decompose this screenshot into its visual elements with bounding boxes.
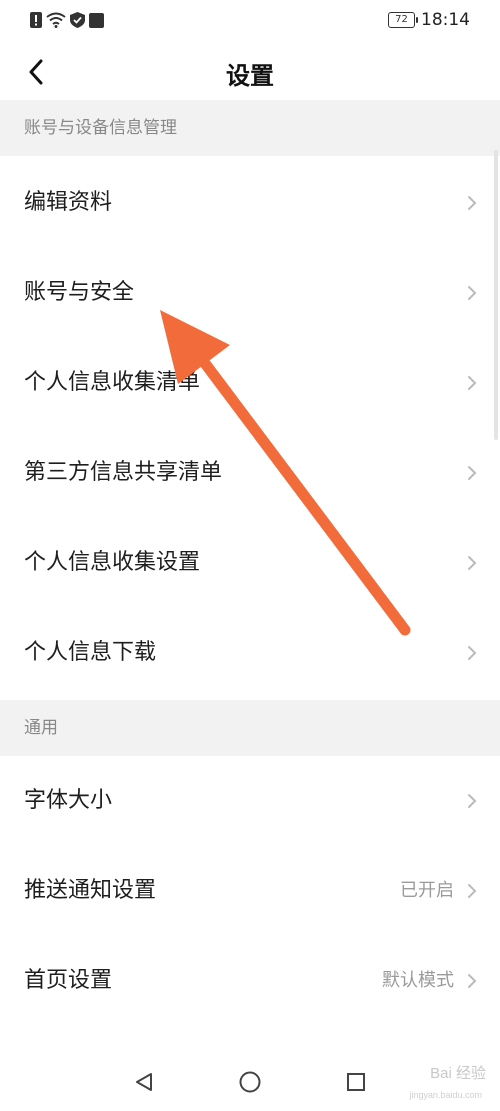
settings-item-personal-info-list[interactable]: 个人信息收集清单	[0, 338, 500, 428]
section-header-account: 账号与设备信息管理	[0, 100, 500, 156]
system-home-button[interactable]	[236, 1068, 264, 1096]
chevron-right-icon	[468, 646, 477, 660]
chevron-right-icon	[468, 376, 477, 390]
navigation-bar: 设置	[0, 44, 500, 100]
page-title: 设置	[226, 62, 274, 90]
section-header-general: 通用	[0, 700, 500, 756]
system-navigation-bar	[0, 1050, 500, 1111]
system-recents-button[interactable]	[342, 1068, 370, 1096]
status-time: 18:14	[421, 10, 470, 30]
settings-item-edit-profile[interactable]: 编辑资料	[0, 158, 500, 248]
chevron-right-icon	[468, 196, 477, 210]
settings-item-third-party-sharing[interactable]: 第三方信息共享清单	[0, 428, 500, 518]
circle-home-icon	[239, 1071, 261, 1093]
chevron-right-icon	[468, 286, 477, 300]
shield-icon	[70, 12, 85, 28]
square-recents-icon	[347, 1073, 365, 1091]
item-label: 推送通知设置	[24, 878, 157, 903]
battery-indicator: 72	[388, 12, 418, 28]
item-label: 编辑资料	[24, 190, 113, 215]
watermark-url: jingyan.baidu.com	[409, 1090, 482, 1100]
watermark: Bai 经验	[430, 1065, 486, 1082]
system-back-button[interactable]	[130, 1068, 158, 1096]
item-value: 默认模式	[382, 970, 454, 991]
settings-item-home-page[interactable]: 首页设置 默认模式	[0, 936, 500, 1026]
scrollbar[interactable]	[494, 150, 498, 440]
item-value: 已开启	[400, 880, 454, 901]
app-icon	[89, 12, 104, 28]
chevron-right-icon	[468, 884, 477, 898]
item-label: 字体大小	[24, 788, 113, 813]
wifi-icon	[46, 12, 66, 28]
settings-item-push-notifications[interactable]: 推送通知设置 已开启	[0, 846, 500, 936]
status-icons-right: 72 18:14	[388, 10, 470, 30]
settings-item-info-download[interactable]: 个人信息下载	[0, 608, 500, 698]
triangle-back-icon	[136, 1073, 152, 1091]
status-icons-left	[30, 12, 104, 28]
chevron-right-icon	[468, 556, 477, 570]
item-label: 个人信息收集设置	[24, 550, 201, 575]
item-label: 个人信息下载	[24, 640, 157, 665]
alert-icon	[30, 12, 42, 28]
settings-item-account-security[interactable]: 账号与安全	[0, 248, 500, 338]
item-label: 第三方信息共享清单	[24, 460, 223, 485]
item-label: 个人信息收集清单	[24, 370, 201, 395]
chevron-right-icon	[468, 794, 477, 808]
chevron-right-icon	[468, 974, 477, 988]
item-label: 首页设置	[24, 968, 113, 993]
status-bar: 72 18:14	[0, 0, 500, 44]
settings-item-info-collection-settings[interactable]: 个人信息收集设置	[0, 518, 500, 608]
settings-item-font-size[interactable]: 字体大小	[0, 756, 500, 846]
chevron-right-icon	[468, 466, 477, 480]
item-label: 账号与安全	[24, 280, 135, 305]
